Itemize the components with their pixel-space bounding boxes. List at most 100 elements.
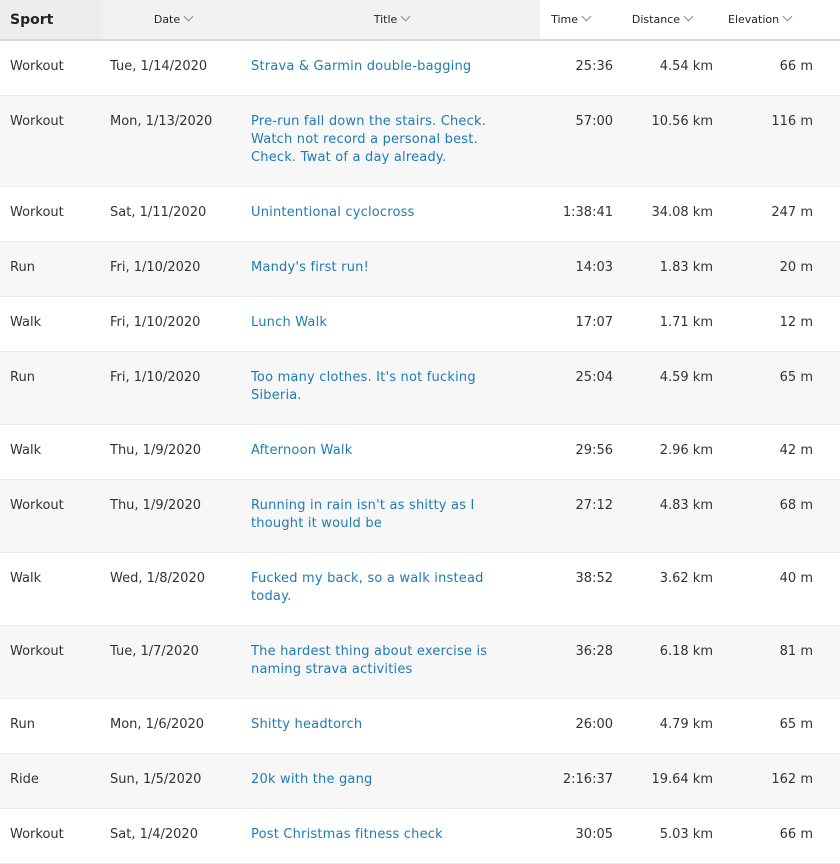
activity-title-cell: Post Christmas fitness check	[243, 809, 540, 864]
activity-sport: Walk	[10, 315, 42, 330]
table-header: Sport Date Title Time Distance Elevation	[0, 0, 840, 40]
activity-title-cell: Unintentional cyclocross	[243, 187, 540, 242]
chevron-down-icon	[581, 11, 592, 22]
activity-elevation: 65 m	[779, 717, 813, 732]
activity-row: Workout Sat, 1/4/2020 Post Christmas fit…	[0, 809, 840, 864]
header-row: Sport Date Title Time Distance Elevation	[0, 0, 840, 40]
activity-elevation: 81 m	[779, 644, 813, 659]
column-header-distance[interactable]: Distance	[628, 0, 728, 40]
activity-title-link[interactable]: Too many clothes. It's not fucking Siber…	[251, 369, 491, 405]
activity-time: 14:03	[575, 260, 613, 275]
chevron-down-icon	[400, 11, 411, 22]
activity-sport: Workout	[10, 498, 64, 513]
activity-title-cell: Too many clothes. It's not fucking Siber…	[243, 352, 540, 425]
activity-row: Workout Tue, 1/7/2020 The hardest thing …	[0, 625, 840, 699]
activity-sport: Run	[10, 260, 35, 275]
activity-elevation: 42 m	[779, 443, 813, 458]
activity-row: Run Fri, 1/10/2020 Mandy's first run! 14…	[0, 241, 840, 297]
column-header-title[interactable]: Title	[243, 0, 540, 40]
activity-title-link[interactable]: Afternoon Walk	[251, 442, 491, 460]
activity-title-link[interactable]: The hardest thing about exercise is nami…	[251, 643, 491, 679]
activity-time: 29:56	[575, 443, 613, 458]
activity-title-cell: Pre-run fall down the stairs. Check. Wat…	[243, 96, 540, 187]
activity-title-link[interactable]: Lunch Walk	[251, 314, 491, 332]
activity-time: 36:28	[575, 644, 613, 659]
activity-sport: Run	[10, 370, 35, 385]
activity-date: Mon, 1/6/2020	[110, 717, 205, 732]
activity-distance: 19.64 km	[651, 772, 713, 787]
activity-title-cell: Lunch Walk	[243, 297, 540, 352]
activity-date: Fri, 1/10/2020	[110, 370, 201, 385]
activity-distance: 34.08 km	[651, 205, 713, 220]
activity-distance: 3.62 km	[659, 571, 713, 586]
activity-time: 17:07	[575, 315, 613, 330]
activity-title-link[interactable]: Running in rain isn't as shitty as I tho…	[251, 497, 491, 533]
activity-elevation: 116 m	[771, 114, 813, 129]
activity-elevation: 162 m	[771, 772, 813, 787]
activity-row: Walk Fri, 1/10/2020 Lunch Walk 17:07 1.7…	[0, 297, 840, 352]
activity-time: 25:04	[575, 370, 613, 385]
activity-date: Fri, 1/10/2020	[110, 260, 201, 275]
activity-sport: Workout	[10, 114, 64, 129]
activity-date: Mon, 1/13/2020	[110, 114, 213, 129]
activity-title-cell: Fucked my back, so a walk instead today.	[243, 553, 540, 626]
column-header-time-label: Time	[551, 13, 578, 26]
column-header-elevation[interactable]: Elevation	[728, 0, 840, 40]
activity-row: Walk Wed, 1/8/2020 Fucked my back, so a …	[0, 553, 840, 626]
activity-title-cell: The hardest thing about exercise is nami…	[243, 626, 540, 699]
activity-row: Walk Thu, 1/9/2020 Afternoon Walk 29:56 …	[0, 425, 840, 480]
activity-elevation: 40 m	[779, 571, 813, 586]
activity-distance: 6.18 km	[659, 644, 713, 659]
activity-title-cell: Mandy's first run!	[243, 242, 540, 297]
column-header-distance-label: Distance	[631, 13, 680, 26]
column-header-title-label: Title	[373, 13, 398, 26]
activity-sport: Walk	[10, 571, 42, 586]
chevron-down-icon	[183, 11, 194, 22]
activity-date: Sat, 1/11/2020	[110, 205, 207, 220]
activity-elevation: 68 m	[779, 498, 813, 513]
activity-sport: Workout	[10, 59, 64, 74]
activity-title-cell: Running in rain isn't as shitty as I tho…	[243, 480, 540, 553]
activity-sport: Workout	[10, 827, 64, 842]
activity-time: 2:16:37	[562, 772, 613, 787]
chevron-down-icon	[683, 11, 694, 22]
activity-distance: 4.83 km	[659, 498, 713, 513]
activity-time: 25:36	[575, 59, 613, 74]
activity-distance: 1.71 km	[659, 315, 713, 330]
activity-time: 1:38:41	[562, 205, 613, 220]
activity-sport: Workout	[10, 644, 64, 659]
activity-date: Wed, 1/8/2020	[110, 571, 205, 586]
activity-time: 30:05	[575, 827, 613, 842]
column-header-date[interactable]: Date	[103, 0, 243, 40]
activity-date: Tue, 1/7/2020	[110, 644, 199, 659]
activity-title-link[interactable]: Pre-run fall down the stairs. Check. Wat…	[251, 113, 491, 167]
activity-distance: 2.96 km	[659, 443, 713, 458]
activity-distance: 1.83 km	[659, 260, 713, 275]
activity-sport: Walk	[10, 443, 42, 458]
activity-title-link[interactable]: Mandy's first run!	[251, 259, 491, 277]
activity-title-link[interactable]: Post Christmas fitness check	[251, 826, 491, 844]
activity-date: Thu, 1/9/2020	[110, 443, 202, 458]
activity-title-link[interactable]: 20k with the gang	[251, 771, 491, 789]
activity-title-link[interactable]: Unintentional cyclocross	[251, 204, 491, 222]
activity-elevation: 20 m	[779, 260, 813, 275]
activity-sport: Ride	[10, 772, 39, 787]
activity-row: Run Fri, 1/10/2020 Too many clothes. It'…	[0, 351, 840, 425]
activity-title-link[interactable]: Strava & Garmin double-bagging	[251, 58, 491, 76]
activity-sport: Workout	[10, 205, 64, 220]
activity-title-cell: Afternoon Walk	[243, 425, 540, 480]
activity-title-link[interactable]: Fucked my back, so a walk instead today.	[251, 570, 491, 606]
column-header-sport[interactable]: Sport	[0, 0, 103, 40]
activity-date: Sat, 1/4/2020	[110, 827, 198, 842]
activity-row: Workout Mon, 1/13/2020 Pre-run fall down…	[0, 95, 840, 187]
activity-row: Workout Sat, 1/11/2020 Unintentional cyc…	[0, 187, 840, 242]
activity-date: Thu, 1/9/2020	[110, 498, 202, 513]
activity-title-link[interactable]: Shitty headtorch	[251, 716, 491, 734]
activity-elevation: 65 m	[779, 370, 813, 385]
activity-title-cell: Shitty headtorch	[243, 699, 540, 754]
activity-title-cell: 20k with the gang	[243, 754, 540, 809]
column-header-sport-label: Sport	[10, 11, 54, 28]
activity-distance: 4.59 km	[659, 370, 713, 385]
column-header-time[interactable]: Time	[540, 0, 628, 40]
activity-distance: 4.79 km	[659, 717, 713, 732]
